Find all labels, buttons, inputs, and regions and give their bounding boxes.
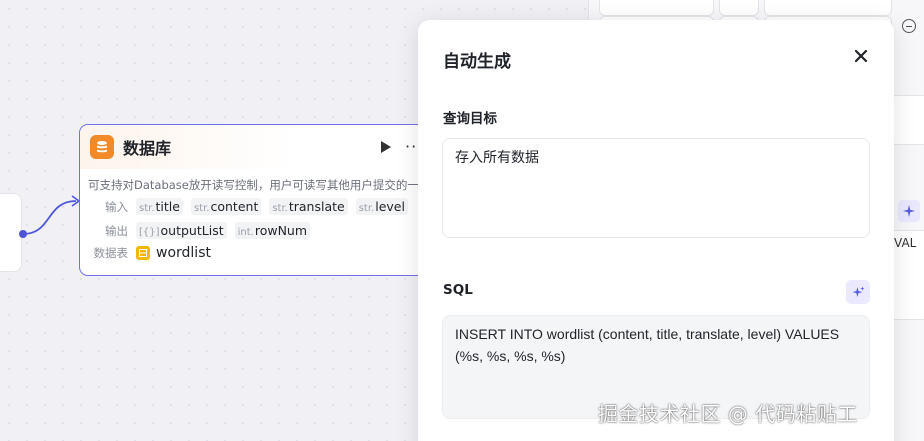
output-row: 输出 [{}] outputList int. rowNum [80, 222, 311, 239]
table-label: 数据表 [93, 246, 129, 260]
output-label: 输出 [105, 223, 128, 238]
close-icon[interactable] [853, 48, 869, 64]
query-target-label: 查询目标 [443, 111, 497, 127]
sql-label: SQL [443, 282, 473, 298]
sparkle-icon[interactable] [846, 280, 870, 304]
table-row: 数据表 wordlist [80, 245, 211, 261]
dialog-title: 自动生成 [443, 52, 511, 72]
config-field[interactable] [764, 0, 892, 16]
node-title: 数据库 [123, 139, 172, 158]
input-param: str. content [190, 198, 262, 215]
sql-preview-text: VAL [894, 236, 917, 250]
connector-edge [19, 195, 81, 238]
minus-circle-icon[interactable] [902, 19, 916, 33]
sparkle-icon[interactable] [898, 200, 920, 222]
table-name: wordlist [156, 245, 211, 261]
config-card [889, 95, 924, 145]
output-param: int. rowNum [234, 222, 311, 239]
input-label: 输入 [105, 199, 128, 214]
output-param: [{}] outputList [136, 222, 227, 239]
input-param: str. level [355, 198, 408, 215]
database-node[interactable]: 数据库 ··· 可支持对Database放开读写控制，用户可读写其他用户提交的一… [79, 124, 439, 276]
input-row: 输入 str. title str. content str. translate s… [80, 198, 408, 215]
input-param: str. title [136, 198, 183, 215]
auto-generate-dialog: 自动生成 查询目标 存入所有数据 SQL INSERT INTO wordlis… [418, 20, 894, 441]
run-icon[interactable] [380, 140, 392, 154]
query-target-input[interactable]: 存入所有数据 [442, 138, 870, 238]
watermark: 掘金技术社区 @ 代码粘贴工 [598, 402, 858, 426]
database-icon [90, 135, 114, 159]
input-param: str. translate [269, 198, 348, 215]
config-field[interactable] [599, 0, 714, 16]
config-field[interactable] [719, 0, 759, 16]
node-description: 可支持对Database放开读写控制，用户可读写其他用户提交的一 [88, 178, 419, 192]
table-icon [136, 246, 150, 260]
